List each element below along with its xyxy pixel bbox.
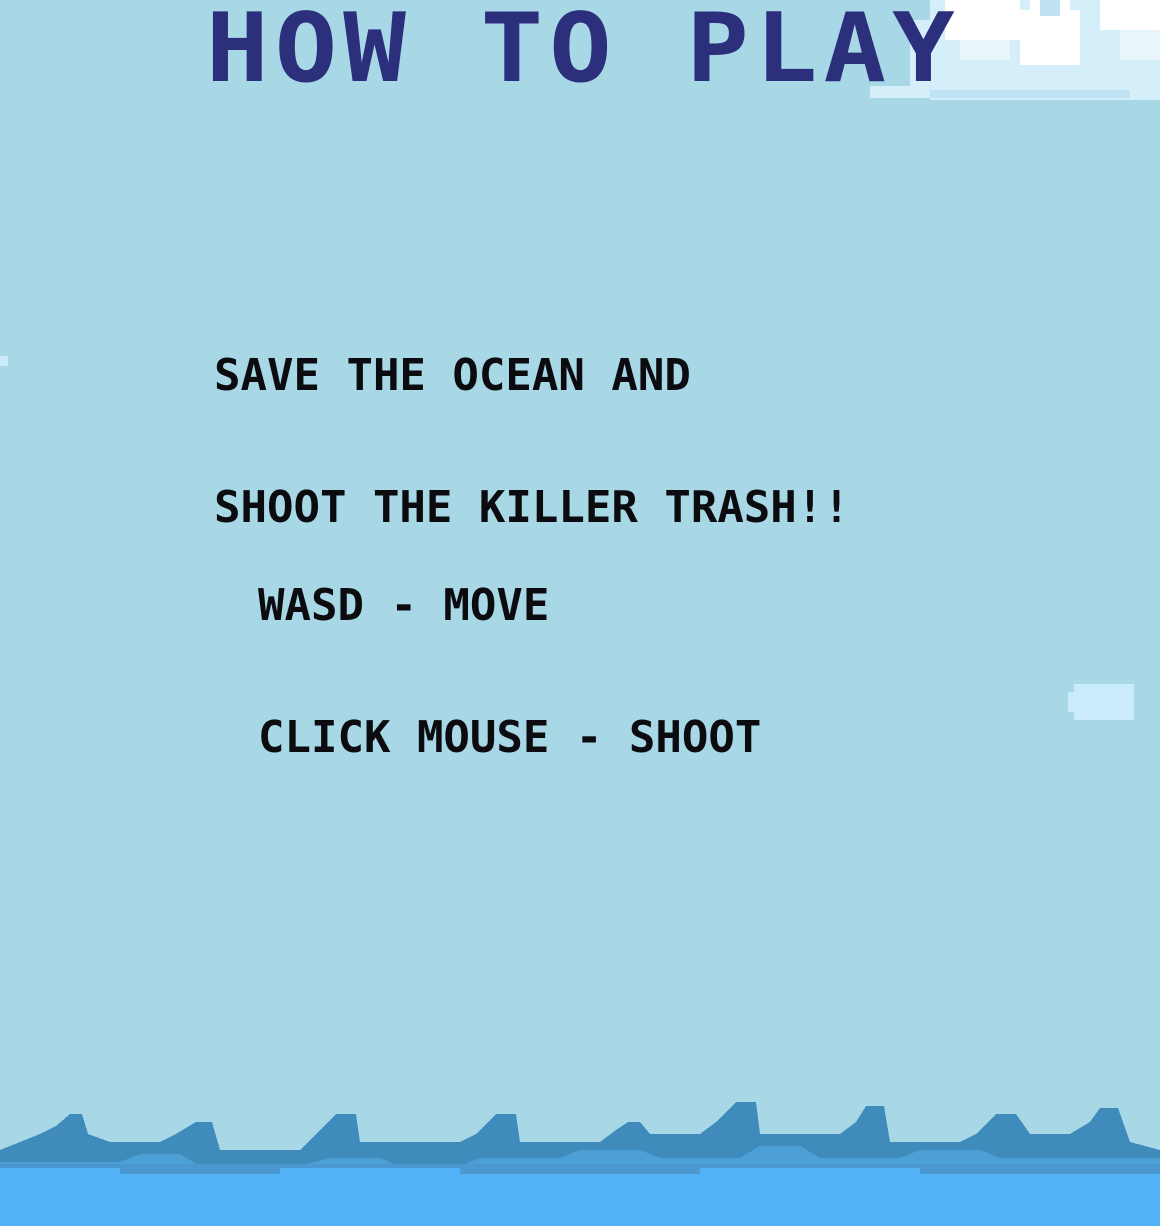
tagline-line-1: SAVE THE OCEAN AND <box>214 350 691 401</box>
how-to-play-screen: HOW TO PLAY SAVE THE OCEAN AND SHOOT THE… <box>0 0 1160 1226</box>
control-shoot: CLICK MOUSE - SHOOT <box>258 712 762 763</box>
controls-list: WASD - MOVE CLICK MOUSE - SHOOT <box>258 496 761 848</box>
page-title: HOW TO PLAY <box>206 0 961 104</box>
control-move: WASD - MOVE <box>258 580 550 631</box>
